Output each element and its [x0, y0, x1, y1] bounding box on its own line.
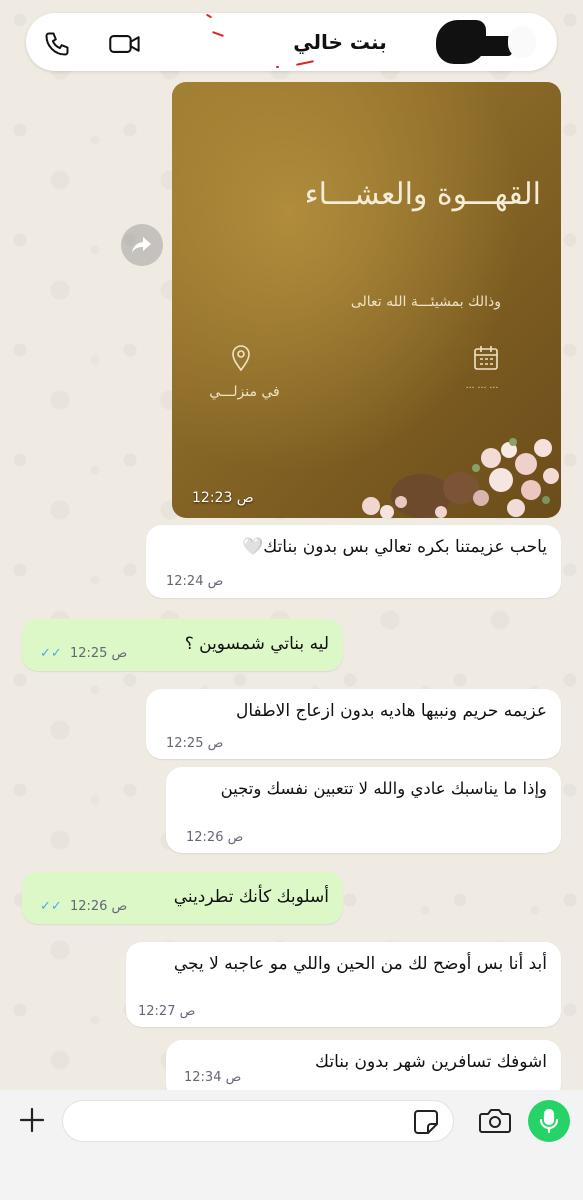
message-text: ياحب عزيمتنا بكره تعالي بس بدون بناتك🤍 — [242, 537, 547, 557]
message-meta: ✓✓ 12:26 ص — [40, 899, 127, 914]
message-text: أبد أنا بس أوضح لك من الحين واللي مو عاج… — [173, 954, 547, 974]
message-text: وإذا ما يناسبك عادي والله لا تتعبين نفسك… — [220, 779, 547, 798]
image-message-time: 12:23 ص — [192, 490, 254, 506]
card-title: القهـــوة والعشـــاء — [304, 177, 541, 212]
plus-icon[interactable] — [16, 1104, 48, 1136]
red-scribble — [276, 66, 279, 68]
card-subtitle: وذالك بمشيئـــة الله تعالى — [350, 294, 501, 310]
read-ticks-icon: ✓✓ — [40, 646, 67, 661]
outgoing-message[interactable]: أسلوبك كأنك تطرديني ✓✓ 12:26 ص — [22, 872, 343, 924]
invitation-image-message[interactable]: القهـــوة والعشـــاء وذالك بمشيئـــة الل… — [172, 82, 561, 518]
calendar-icon — [472, 344, 500, 376]
location-text: في منزلـــي — [209, 384, 280, 400]
incoming-message[interactable]: وإذا ما يناسبك عادي والله لا تتعبين نفسك… — [166, 767, 561, 853]
avatar[interactable] — [436, 18, 536, 64]
message-time: 12:27 ص — [138, 1004, 196, 1019]
flower-decoration — [362, 438, 559, 518]
message-meta: ✓✓ 12:25 ص — [40, 646, 127, 661]
video-camera-icon[interactable] — [108, 27, 142, 61]
date-text: … … … — [465, 381, 499, 391]
message-time: 12:24 ص — [166, 574, 224, 589]
incoming-message[interactable]: عزيمه حريم ونبيها هاديه بدون ازعاج الاطف… — [146, 689, 561, 759]
message-time: 12:25 ص — [166, 736, 224, 751]
message-text: عزيمه حريم ونبيها هاديه بدون ازعاج الاطف… — [236, 701, 547, 721]
sticker-icon[interactable] — [412, 1108, 440, 1136]
outgoing-message[interactable]: ليه بناتي شمسوين ؟ ✓✓ 12:25 ص — [22, 619, 343, 671]
read-ticks-icon: ✓✓ — [40, 899, 67, 914]
message-input[interactable] — [62, 1100, 454, 1142]
incoming-message[interactable]: ياحب عزيمتنا بكره تعالي بس بدون بناتك🤍 1… — [146, 525, 561, 598]
message-time: 12:26 ص — [69, 899, 128, 914]
camera-icon[interactable] — [478, 1106, 512, 1136]
message-time: 12:26 ص — [186, 830, 244, 845]
location-pin-icon — [230, 344, 252, 376]
composer-bar — [0, 1090, 583, 1200]
forward-arrow-icon[interactable] — [121, 224, 163, 266]
message-time: 12:34 ص — [184, 1070, 242, 1085]
phone-icon[interactable] — [40, 27, 74, 61]
contact-name[interactable]: بنت خالي — [260, 30, 420, 54]
message-time: 12:25 ص — [69, 646, 128, 661]
microphone-icon[interactable] — [528, 1100, 570, 1142]
incoming-message[interactable]: أبد أنا بس أوضح لك من الحين واللي مو عاج… — [126, 942, 561, 1027]
